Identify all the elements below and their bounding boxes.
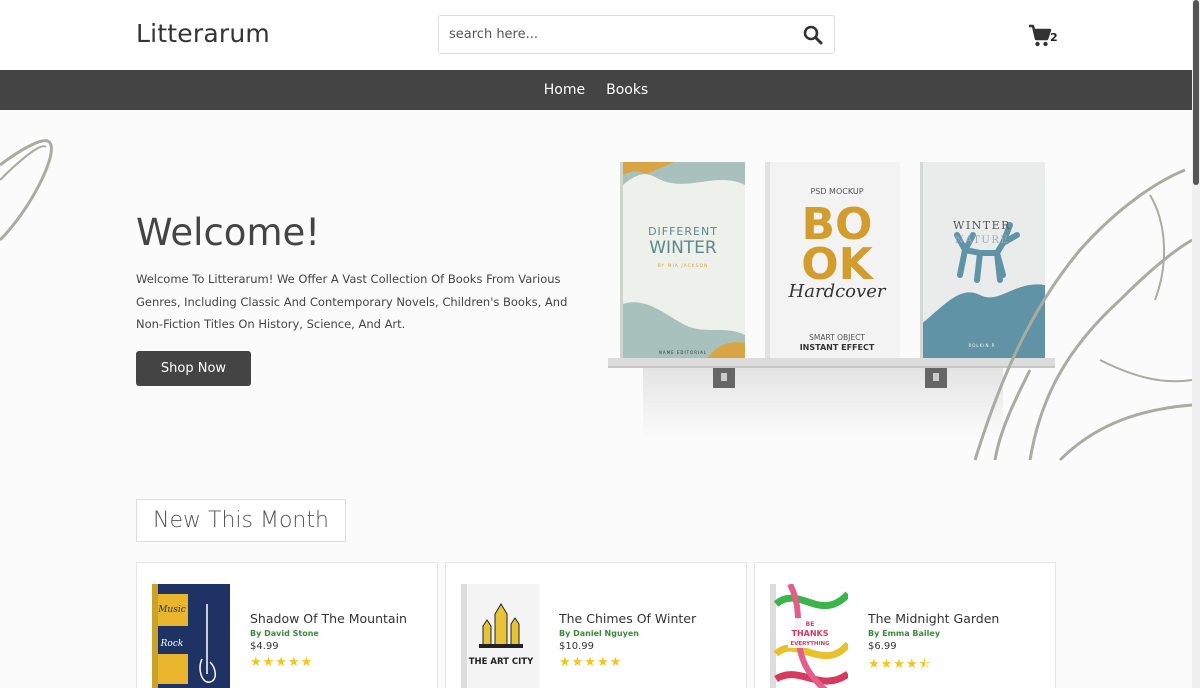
cover-text: EVERYTHING (790, 641, 830, 647)
product-title[interactable]: The Midnight Garden (868, 611, 999, 626)
book-middle-sub1: SMART OBJECT (809, 333, 865, 342)
product-card[interactable]: Music Rock Shadow Of The Mountain By Dav… (136, 562, 438, 688)
cover-text: BE (806, 621, 815, 628)
product-card[interactable]: BE THANKS EVERYTHING The Midnight Garden… (754, 562, 1056, 688)
leaf-decoration-right (973, 168, 1192, 462)
book-cover-image[interactable]: Music Rock (152, 584, 230, 688)
product-title[interactable]: Shadow Of The Mountain (250, 611, 407, 626)
book-middle-top: PSD MOCKUP (810, 187, 863, 196)
product-author: By Emma Bailey (868, 629, 941, 638)
product-title[interactable]: The Chimes Of Winter (559, 611, 696, 626)
main-nav: Home Books (0, 70, 1192, 110)
hero-title: Welcome! (136, 211, 321, 254)
shop-now-button[interactable]: Shop Now (136, 351, 251, 386)
product-price: $4.99 (250, 641, 279, 652)
nav-books[interactable]: Books (606, 82, 648, 98)
site-logo[interactable]: Litterarum (136, 19, 270, 48)
book-cover-image[interactable]: BE THANKS EVERYTHING (770, 584, 848, 688)
nav-home[interactable]: Home (544, 82, 585, 98)
cover-text: THE ART CITY (469, 657, 534, 667)
book-left-footer: NAME EDITORIAL (659, 350, 707, 355)
book-middle-script: Hardcover (788, 281, 887, 302)
search-box (438, 15, 835, 54)
hero-description: Welcome To Litterarum! We Offer A Vast C… (136, 272, 568, 331)
book-left-author: BY MIA JACKSON (658, 263, 709, 269)
product-card[interactable]: THE ART CITY The Chimes Of Winter By Dan… (445, 562, 747, 688)
book-cover-image[interactable]: THE ART CITY (461, 584, 539, 688)
book-middle-sub2: INSTANT EFFECT (800, 343, 875, 352)
product-price: $10.99 (559, 641, 594, 652)
star-rating: ★★★★⯪ (868, 657, 932, 672)
cover-text: Music (157, 605, 186, 615)
cover-text: THANKS (792, 629, 829, 638)
search-icon[interactable] (803, 25, 823, 45)
book-left-line1: DIFFERENT (648, 225, 718, 238)
leaf-decoration-left (0, 139, 53, 242)
book-left-line2: WINTER (649, 238, 717, 258)
product-author: By David Stone (250, 629, 319, 638)
star-rating: ★★★★★ (559, 655, 623, 670)
product-price: $6.99 (868, 641, 897, 652)
search-input[interactable] (439, 16, 789, 53)
cart-count-badge: 2 (1050, 31, 1058, 44)
cover-text: Rock (160, 639, 184, 649)
product-author: By Daniel Nguyen (559, 629, 639, 638)
section-title-new-this-month: New This Month (136, 499, 346, 542)
scrollbar-thumb[interactable] (1193, 0, 1199, 185)
site-header: Litterarum 2 (0, 0, 1192, 70)
scrollbar[interactable] (1192, 0, 1200, 688)
star-rating: ★★★★★ (250, 655, 314, 670)
